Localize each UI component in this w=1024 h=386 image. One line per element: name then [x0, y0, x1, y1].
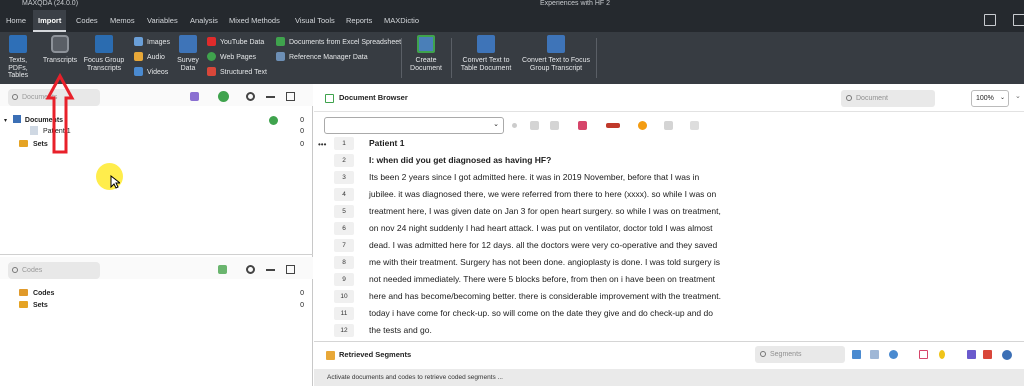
red-arrow-annotation — [45, 72, 75, 154]
annotation-overlay — [45, 72, 75, 154]
mouse-cursor-icon — [110, 175, 120, 189]
